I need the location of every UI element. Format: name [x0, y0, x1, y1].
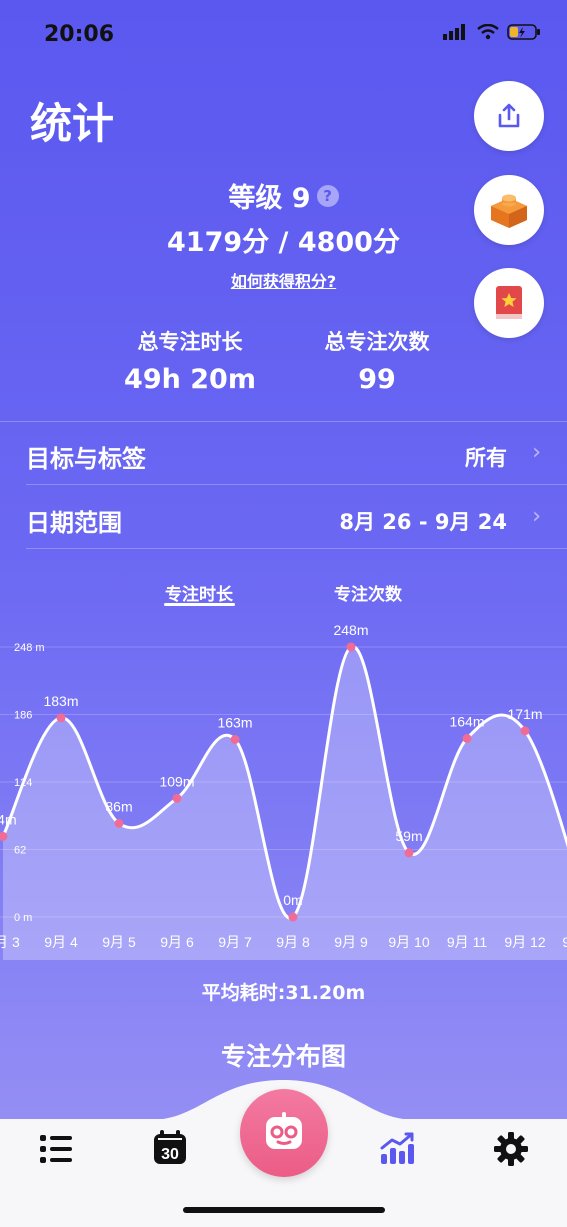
status-time: 20:06 — [44, 22, 115, 47]
level-label: 等级 9 — [228, 183, 311, 214]
x-tick-label: 9月 5 — [102, 934, 136, 950]
data-point[interactable] — [288, 912, 298, 922]
wifi-icon — [477, 24, 499, 40]
focus-timer-button[interactable] — [240, 1089, 328, 1177]
data-point[interactable] — [462, 733, 472, 743]
data-label: 164m — [449, 713, 484, 729]
data-label: 0m — [283, 892, 302, 908]
data-point[interactable] — [404, 848, 414, 858]
help-icon[interactable]: ? — [316, 184, 339, 207]
data-label: 59m — [395, 828, 422, 844]
data-point[interactable] — [56, 713, 66, 723]
x-tick-label: 9月 3 — [0, 934, 20, 950]
home-indicator — [183, 1207, 385, 1213]
x-tick-label: 9月 7 — [218, 934, 252, 950]
data-label: 183m — [43, 693, 78, 709]
total-focus-count-label: 总专注次数 — [324, 330, 430, 354]
divider — [26, 548, 567, 549]
tab-focus-duration[interactable]: 专注时长 — [165, 580, 233, 605]
level-row: 等级 9 ? — [0, 176, 567, 215]
data-label: 248m — [333, 622, 368, 638]
data-point[interactable] — [520, 726, 530, 736]
data-point[interactable] — [172, 793, 182, 803]
x-tick-label: 9月 9 — [334, 934, 368, 950]
focus-duration-chart: 0 m62124186248 m74m9月 3183m9月 486m9月 510… — [0, 622, 567, 960]
how-to-earn-points-link[interactable]: 如何获得积分? — [0, 268, 567, 292]
focus-robot-icon — [266, 1112, 302, 1149]
list-icon — [40, 1135, 72, 1163]
data-label: 86m — [105, 798, 132, 814]
total-focus-time-label: 总专注时长 — [137, 330, 243, 354]
x-tick-label: 9月 11 — [447, 934, 487, 950]
goals-tags-row[interactable]: 目标与标签 所有 › — [0, 422, 567, 484]
calendar-30-icon: 30 — [154, 1130, 186, 1164]
goals-tags-value: 所有 — [465, 446, 507, 470]
data-point[interactable] — [114, 818, 124, 828]
tab-calendar[interactable]: 30 — [150, 1128, 190, 1172]
gear-icon — [494, 1132, 528, 1166]
x-tick-label: 9月 12 — [504, 934, 545, 950]
x-tick-label: 9月 8 — [276, 934, 310, 950]
date-range-value: 8月 26 - 9月 24 — [339, 510, 507, 534]
active-tab-underline — [164, 603, 235, 606]
chevron-right-icon: › — [532, 504, 541, 529]
y-tick-label: 186 — [14, 710, 32, 722]
data-label: 171m — [507, 706, 542, 722]
data-label: 163m — [217, 715, 252, 731]
chevron-right-icon: › — [532, 440, 541, 465]
distribution-title: 专注分布图 — [220, 1042, 346, 1071]
share-icon — [498, 103, 520, 128]
total-focus-count-value: 99 — [358, 364, 396, 395]
x-tick-label: 9月 13 — [562, 934, 567, 950]
signal-icon — [443, 24, 465, 40]
data-label: 74m — [0, 811, 17, 827]
date-range-label: 日期范围 — [26, 509, 122, 537]
x-tick-label: 9月 10 — [388, 934, 429, 950]
average-duration: 平均耗时:31.20m — [201, 982, 366, 1004]
data-point[interactable] — [346, 642, 356, 652]
tab-focus-count[interactable]: 专注次数 — [334, 580, 402, 605]
tab-settings[interactable] — [493, 1131, 529, 1171]
data-label: 109m — [159, 773, 194, 789]
level-score: 4179分 / 4800分 — [167, 227, 400, 258]
date-range-row[interactable]: 日期范围 8月 26 - 9月 24 › — [0, 485, 567, 547]
total-focus-time-value: 49h 20m — [124, 364, 256, 395]
stats-chart-icon — [380, 1132, 414, 1164]
status-icons — [443, 24, 541, 40]
x-tick-label: 9月 4 — [44, 934, 78, 950]
tab-list[interactable] — [38, 1132, 74, 1170]
page-title: 统计 — [30, 99, 115, 148]
data-point[interactable] — [230, 735, 240, 745]
x-tick-label: 9月 6 — [160, 934, 194, 950]
goals-tags-label: 目标与标签 — [26, 445, 146, 473]
battery-icon — [507, 24, 540, 40]
share-button[interactable] — [474, 81, 544, 151]
tab-stats[interactable] — [379, 1132, 415, 1170]
calendar-day-label: 30 — [161, 1146, 179, 1163]
y-tick-label: 248 m — [14, 642, 45, 654]
